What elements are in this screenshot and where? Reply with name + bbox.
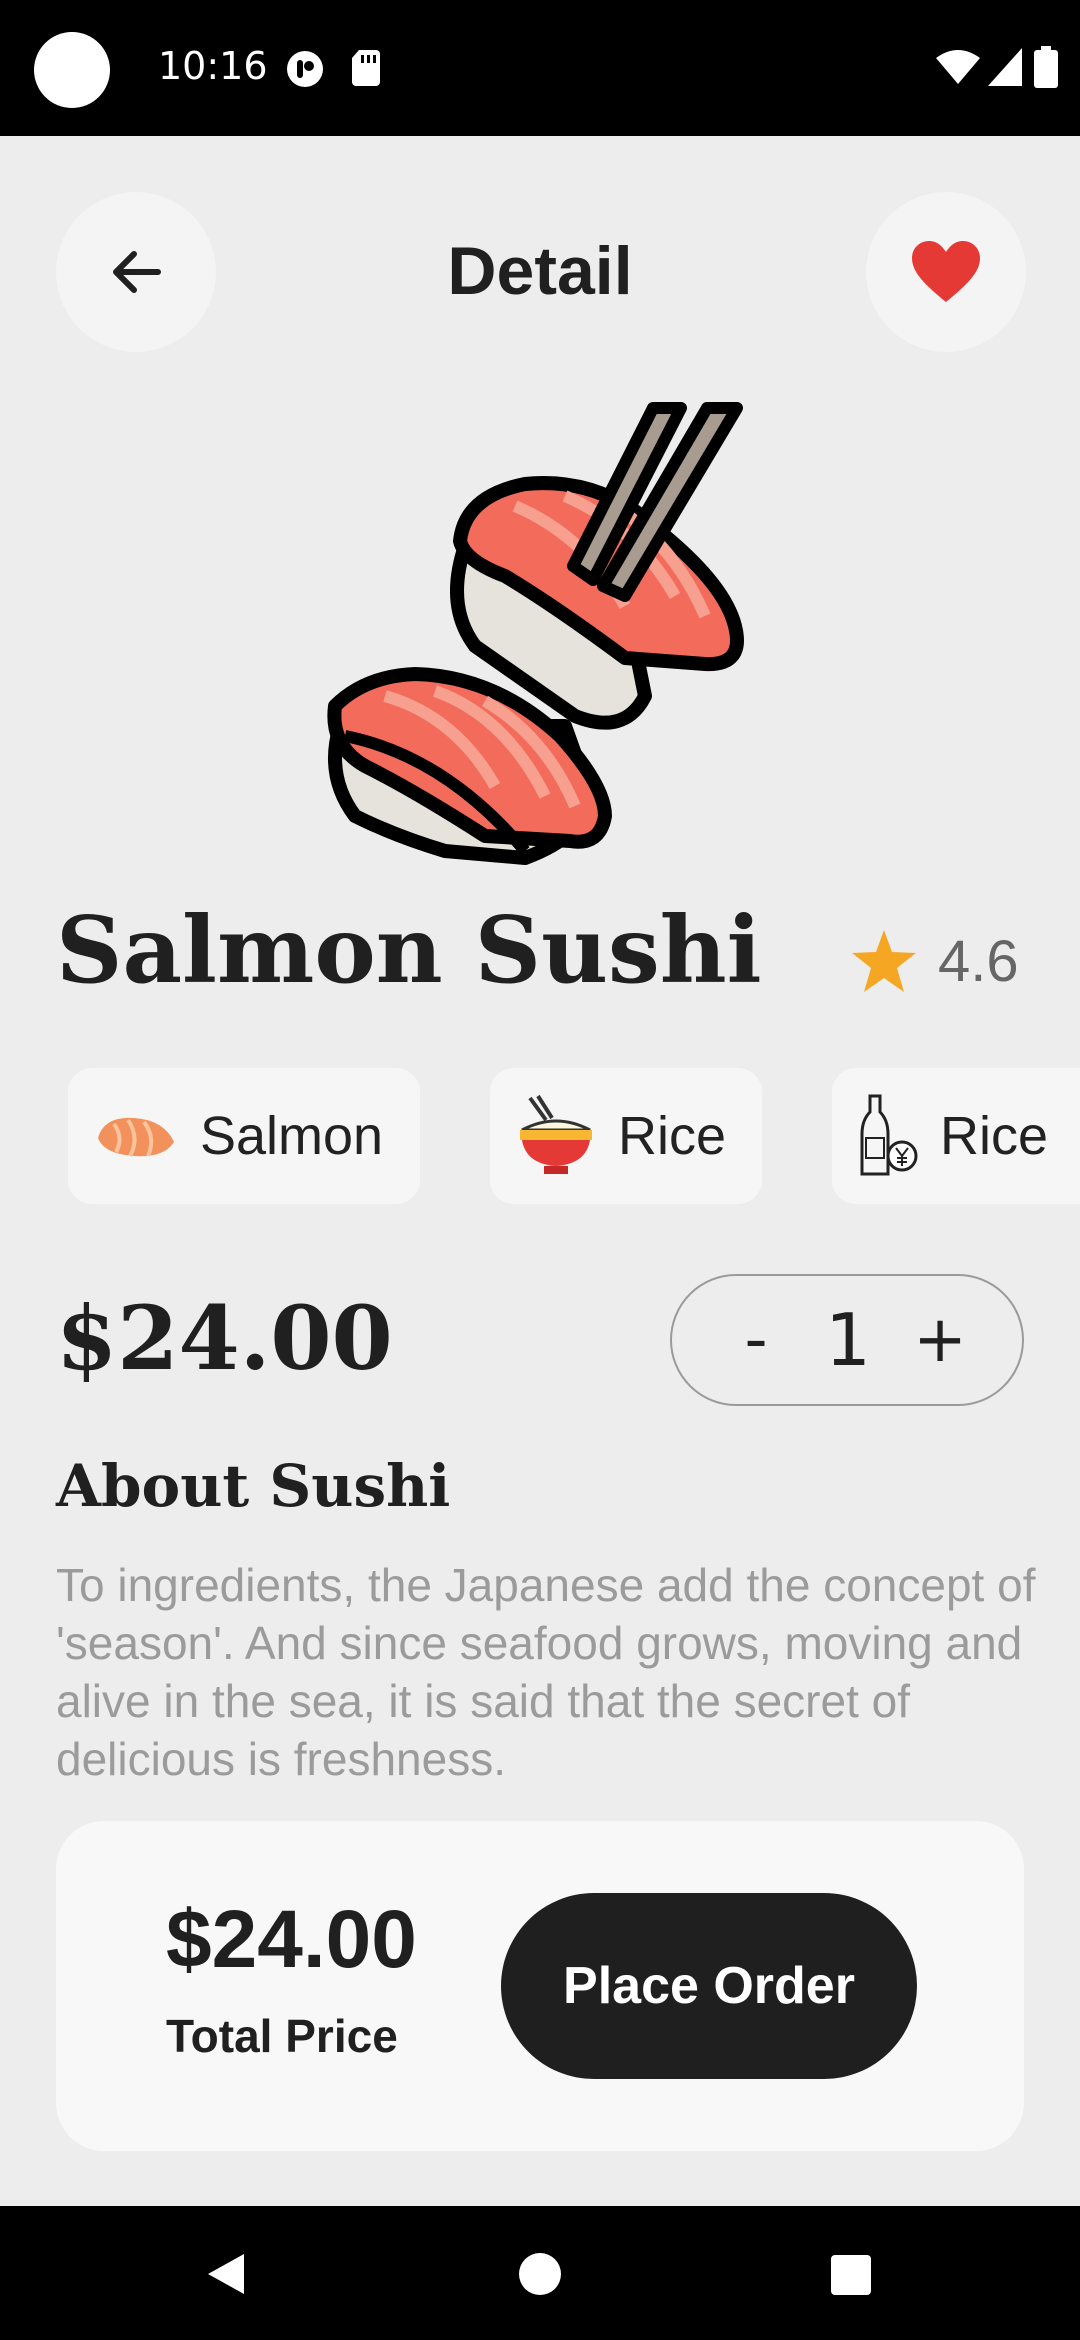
system-nav-bar (0, 2206, 1080, 2340)
food-price: $24.00 (56, 1286, 393, 1390)
salmon-sushi-image (327, 402, 744, 865)
phone-screen: 10:16 Detail Salmon Sushi 4.6 Salmon Ric… (0, 0, 1080, 2340)
sd-card-icon (352, 50, 380, 86)
rice-wine-bottle-icon (860, 1094, 918, 1176)
battery-icon (1034, 46, 1058, 88)
ingredient-label: Rice (940, 1106, 1049, 1166)
notification-app-icon (287, 51, 323, 87)
status-bar: 10:16 (0, 0, 1080, 136)
recents-nav-icon[interactable] (830, 2254, 872, 2296)
favorite-button[interactable] (866, 192, 1026, 352)
rating-value: 4.6 (938, 928, 1019, 994)
salmon-icon (98, 1117, 174, 1157)
cellular-signal-icon (988, 48, 1022, 86)
decrease-quantity-button[interactable]: - (726, 1303, 786, 1377)
increase-quantity-button[interactable]: + (910, 1303, 970, 1377)
ingredient-label: Salmon (200, 1106, 384, 1166)
detail-page: Detail Salmon Sushi 4.6 Salmon Rice Rice… (0, 136, 1080, 2206)
heart-icon (912, 241, 980, 302)
quantity-value: 1 (825, 1298, 871, 1382)
quantity-stepper: - 1 + (670, 1274, 1024, 1406)
ingredient-chip-salmon[interactable]: Salmon (68, 1068, 420, 1204)
home-nav-icon[interactable] (518, 2252, 562, 2296)
total-price: $24.00 (166, 1894, 417, 1985)
back-nav-icon[interactable] (204, 2252, 248, 2296)
rating: 4.6 (850, 916, 1019, 1006)
total-price-label: Total Price (166, 2010, 398, 2062)
status-time: 10:16 (158, 44, 268, 88)
food-name: Salmon Sushi (56, 896, 762, 1004)
ingredient-chip-rice-wine[interactable]: Rice (832, 1068, 1080, 1204)
ingredient-chip-rice[interactable]: Rice (490, 1068, 762, 1204)
star-icon (852, 930, 916, 992)
place-order-button[interactable]: Place Order (501, 1893, 917, 2079)
about-title: About Sushi (56, 1452, 451, 1520)
wifi-icon (936, 50, 980, 84)
camera-cutout (34, 32, 110, 108)
order-card: $24.00 Total Price Place Order (56, 1821, 1024, 2151)
rice-bowl-icon (520, 1094, 592, 1174)
about-description: To ingredients, the Japanese add the con… (56, 1559, 1036, 1785)
ingredient-label: Rice (618, 1106, 727, 1166)
